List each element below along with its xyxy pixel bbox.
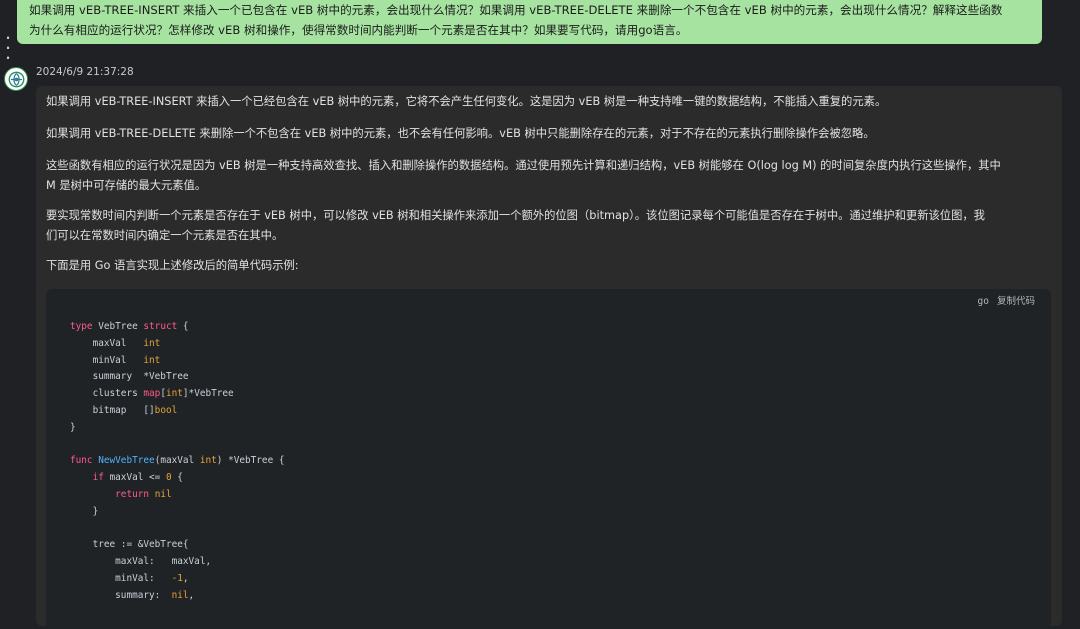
code-line: clusters map[int]*VebTree (70, 388, 234, 400)
code-content: type VebTree struct { maxVal int minVal … (70, 319, 285, 605)
user-message-line: 为什么有相应的运行状况？怎样修改 vEB 树和操作，使得常数时间内能判断一个元素… (29, 23, 688, 37)
copy-code-button[interactable]: 复制代码 (997, 296, 1035, 307)
code-line: func NewVebTree(maxVal int) *VebTree { (70, 455, 285, 467)
paragraph-line: 如果调用 vEB-TREE-INSERT 来插入一个已经包含在 vEB 树中的元… (46, 95, 887, 108)
paragraph-line: M 是树中可存储的最大元素值。 (46, 179, 207, 192)
answer-paragraph: 要实现常数时间内判断一个元素是否存在于 vEB 树中，可以修改 vEB 树和相关… (46, 206, 985, 246)
assistant-logo-icon (4, 67, 28, 91)
code-line: } (70, 421, 76, 433)
more-options-icon[interactable]: · · · (5, 32, 11, 64)
code-language-label: go (977, 296, 989, 307)
message-timestamp: 2024/6/9 21:37:28 (36, 66, 134, 78)
code-line: summary *VebTree (70, 371, 189, 383)
paragraph-line: 们可以在常数时间内确定一个元素是否在其中。 (46, 229, 284, 242)
code-line: maxVal: maxVal, (70, 556, 212, 568)
answer-paragraph: 如果调用 vEB-TREE-INSERT 来插入一个已经包含在 vEB 树中的元… (46, 92, 886, 112)
paragraph-line: 下面是用 Go 语言实现上述修改后的简单代码示例: (46, 259, 299, 272)
code-line: minVal: -1, (70, 572, 189, 584)
code-line: bitmap []bool (70, 404, 178, 416)
code-line: type VebTree struct { (70, 321, 189, 332)
answer-paragraph: 这些函数有相应的运行状况是因为 vEB 树是一种支持高效查找、插入和删除操作的数… (46, 156, 1001, 196)
code-line: summary: nil, (70, 589, 195, 601)
code-line: tree := &VebTree{ (70, 539, 189, 551)
paragraph-line: 如果调用 vEB-TREE-DELETE 来删除一个不包含在 vEB 树中的元素… (46, 127, 875, 140)
paragraph-line: 要实现常数时间内判断一个元素是否存在于 vEB 树中，可以修改 vEB 树和相关… (46, 209, 985, 222)
code-line: if maxVal <= 0 { (92, 472, 183, 484)
code-line: return nil (115, 488, 172, 500)
assistant-message: 如果调用 vEB-TREE-INSERT 来插入一个已经包含在 vEB 树中的元… (36, 86, 1062, 629)
user-message-line: 如果调用 vEB-TREE-INSERT 来插入一个已包含在 vEB 树中的元素… (29, 3, 1003, 17)
code-line: } (70, 505, 99, 517)
code-block: go 复制代码 type VebTree struct { maxVal int … (46, 289, 1051, 629)
code-line: minVal int (70, 354, 161, 366)
code-header: go 复制代码 (978, 293, 1035, 307)
answer-paragraph: 下面是用 Go 语言实现上述修改后的简单代码示例: (46, 256, 299, 276)
code-line: maxVal int (70, 337, 161, 349)
paragraph-line: 这些函数有相应的运行状况是因为 vEB 树是一种支持高效查找、插入和删除操作的数… (46, 159, 1001, 172)
answer-paragraph: 如果调用 vEB-TREE-DELETE 来删除一个不包含在 vEB 树中的元素… (46, 124, 875, 144)
user-message-bubble: 如果调用 vEB-TREE-INSERT 来插入一个已包含在 vEB 树中的元素… (17, 0, 1042, 44)
